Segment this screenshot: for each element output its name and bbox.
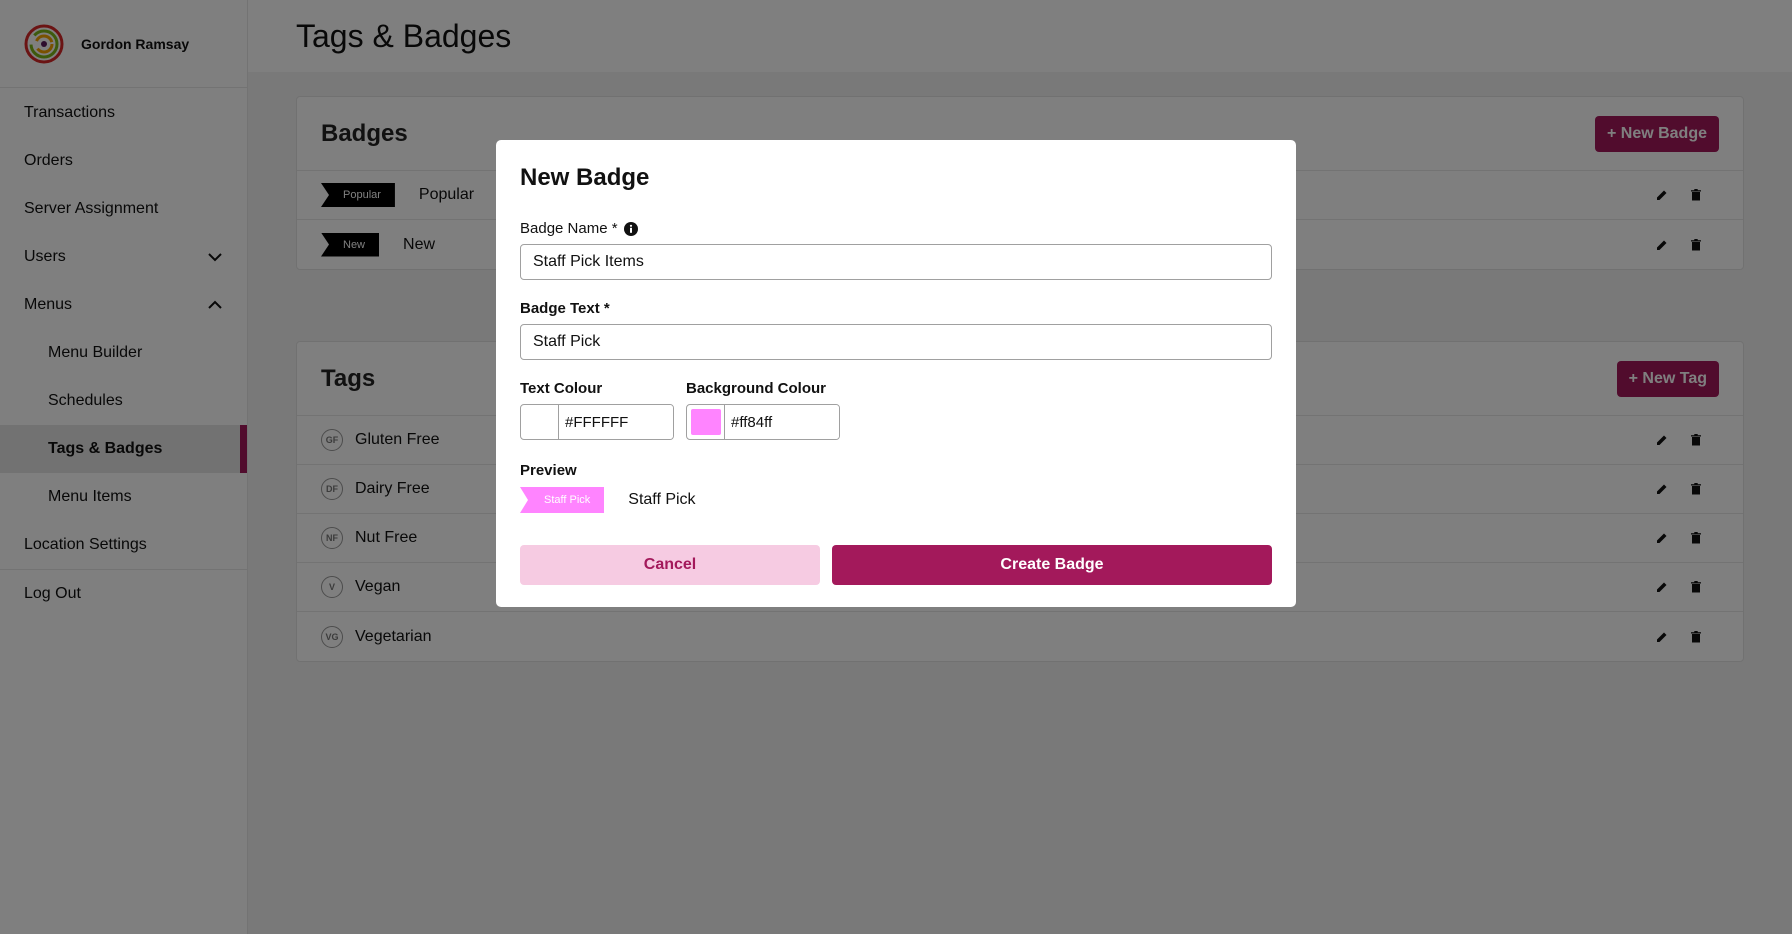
badge-name-input[interactable] (520, 244, 1272, 280)
cancel-button[interactable]: Cancel (520, 545, 820, 585)
text-colour-group: Text Colour (520, 380, 674, 440)
background-colour-swatch[interactable] (687, 405, 725, 439)
modal-actions: Cancel Create Badge (520, 545, 1272, 585)
text-colour-swatch-fill (524, 409, 555, 435)
background-colour-group: Background Colour (686, 380, 840, 440)
text-colour-swatch[interactable] (521, 405, 559, 439)
info-icon[interactable] (623, 221, 638, 236)
text-colour-input[interactable] (559, 405, 673, 439)
background-colour-label: Background Colour (686, 380, 827, 397)
badge-name-label-text: Badge Name * (520, 220, 618, 237)
text-colour-label: Text Colour (520, 380, 603, 397)
colour-fields: Text Colour Background Colour (520, 380, 1272, 440)
preview-label: Preview (520, 462, 577, 479)
badge-name-label: Badge Name * (520, 220, 1272, 237)
badge-text-label: Badge Text * (520, 300, 610, 317)
badge-preview: Staff Pick Staff Pick (520, 487, 1272, 513)
badge-text-input[interactable] (520, 324, 1272, 360)
preview-badge-flag: Staff Pick (520, 487, 605, 513)
background-colour-field (686, 404, 840, 440)
text-colour-field (520, 404, 674, 440)
preview-badge-name: Staff Pick (628, 491, 696, 508)
background-colour-swatch-fill (690, 409, 721, 435)
background-colour-input[interactable] (725, 405, 839, 439)
new-badge-modal: New Badge Badge Name * Badge Text * Text… (496, 140, 1296, 607)
modal-title: New Badge (520, 164, 650, 191)
create-badge-button[interactable]: Create Badge (832, 545, 1272, 585)
